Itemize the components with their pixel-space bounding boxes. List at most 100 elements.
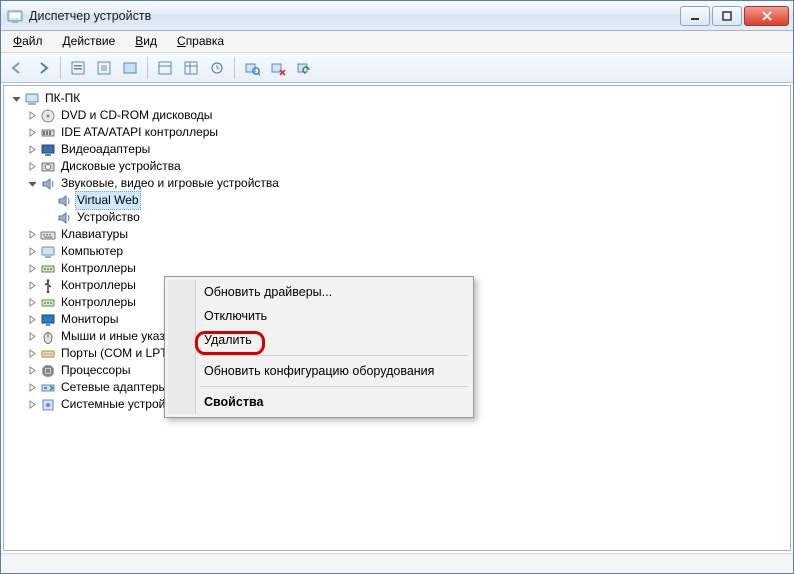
tree-category-label: Порты (COM и LPT) xyxy=(59,345,174,362)
ctx-properties[interactable]: Свойства xyxy=(168,390,470,414)
tb-btn-3[interactable] xyxy=(118,56,142,80)
collapse-icon[interactable] xyxy=(24,176,40,192)
expand-icon[interactable] xyxy=(24,397,40,413)
window-title: Диспетчер устройств xyxy=(29,9,678,23)
expand-icon[interactable] xyxy=(24,329,40,345)
tree-category-label: Видеоадаптеры xyxy=(59,141,152,158)
expand-icon[interactable] xyxy=(24,244,40,260)
menu-action[interactable]: Действие xyxy=(53,31,126,52)
forward-button[interactable] xyxy=(31,56,55,80)
tb-btn-1[interactable] xyxy=(66,56,90,80)
tree-category-label: DVD и CD-ROM дисководы xyxy=(59,107,214,124)
tree-category[interactable]: Звуковые, видео и игровые устройства xyxy=(4,175,790,192)
tree-category-label: Компьютер xyxy=(59,243,125,260)
tree-category-label: IDE ATA/ATAPI контроллеры xyxy=(59,124,220,141)
expand-icon[interactable] xyxy=(24,108,40,124)
sound-icon xyxy=(40,176,56,192)
ctx-scan-hardware[interactable]: Обновить конфигурацию оборудования xyxy=(168,359,470,383)
expand-icon[interactable] xyxy=(24,142,40,158)
usb-icon xyxy=(40,278,56,294)
tree-category-label: Мониторы xyxy=(59,311,120,328)
tree-category[interactable]: Видеоадаптеры xyxy=(4,141,790,158)
tb-btn-4[interactable] xyxy=(153,56,177,80)
expand-icon[interactable] xyxy=(24,159,40,175)
expander-placeholder xyxy=(40,210,56,226)
tree-category[interactable]: Компьютер xyxy=(4,243,790,260)
disc-icon xyxy=(40,108,56,124)
device-tree-panel[interactable]: ПК-ПКDVD и CD-ROM дисководыIDE ATA/ATAPI… xyxy=(3,85,791,551)
maximize-button[interactable] xyxy=(712,6,742,26)
tb-btn-5[interactable] xyxy=(179,56,203,80)
expand-icon[interactable] xyxy=(24,227,40,243)
tree-device[interactable]: Virtual Web xyxy=(4,192,790,209)
tree-category-label: Клавиатуры xyxy=(59,226,130,243)
tree-device[interactable]: Устройство xyxy=(4,209,790,226)
tree-category-label: Звуковые, видео и игровые устройства xyxy=(59,175,281,192)
menubar: Файл Действие Вид Справка xyxy=(1,31,793,53)
expand-icon[interactable] xyxy=(24,125,40,141)
expand-icon[interactable] xyxy=(24,278,40,294)
tree-root-label: ПК-ПК xyxy=(43,90,82,107)
tree-category-label: Дисковые устройства xyxy=(59,158,183,175)
expand-icon[interactable] xyxy=(24,261,40,277)
toolbar-separator xyxy=(60,57,61,79)
network-icon xyxy=(40,380,56,396)
menu-view[interactable]: Вид xyxy=(125,31,167,52)
disk-icon xyxy=(40,159,56,175)
tb-btn-6[interactable] xyxy=(205,56,229,80)
expand-icon[interactable] xyxy=(24,346,40,362)
collapse-icon[interactable] xyxy=(8,91,24,107)
ide-icon xyxy=(40,125,56,141)
ctx-update-drivers[interactable]: Обновить драйверы... xyxy=(168,280,470,304)
expand-icon[interactable] xyxy=(24,380,40,396)
tree-category[interactable]: Клавиатуры xyxy=(4,226,790,243)
expander-placeholder xyxy=(40,193,56,209)
tree-category-label: Контроллеры xyxy=(59,294,138,311)
close-button[interactable] xyxy=(744,6,789,26)
menu-help[interactable]: Справка xyxy=(167,31,234,52)
back-button[interactable] xyxy=(5,56,29,80)
context-menu-separator xyxy=(200,386,468,387)
tb-uninstall-button[interactable] xyxy=(266,56,290,80)
toolbar xyxy=(1,53,793,83)
app-icon xyxy=(7,8,23,24)
sound-icon xyxy=(56,193,72,209)
titlebar[interactable]: Диспетчер устройств xyxy=(1,1,793,31)
expand-icon[interactable] xyxy=(24,295,40,311)
tb-btn-2[interactable] xyxy=(92,56,116,80)
port-icon xyxy=(40,346,56,362)
toolbar-separator xyxy=(147,57,148,79)
tree-category-label: Процессоры xyxy=(59,362,133,379)
tree-category-label: Контроллеры xyxy=(59,260,138,277)
tb-update-button[interactable] xyxy=(292,56,316,80)
expand-icon[interactable] xyxy=(24,363,40,379)
controller-icon xyxy=(40,295,56,311)
statusbar xyxy=(1,553,793,573)
keyboard-icon xyxy=(40,227,56,243)
monitor-icon xyxy=(40,312,56,328)
tree-device-label: Устройство xyxy=(75,209,142,226)
sound-icon xyxy=(56,210,72,226)
context-menu: Обновить драйверы... Отключить Удалить О… xyxy=(164,276,474,418)
tree-category[interactable]: Дисковые устройства xyxy=(4,158,790,175)
ctx-disable[interactable]: Отключить xyxy=(168,304,470,328)
device-manager-window: Диспетчер устройств Файл Действие Вид Сп… xyxy=(0,0,794,574)
system-icon xyxy=(40,397,56,413)
tree-root[interactable]: ПК-ПК xyxy=(4,90,790,107)
toolbar-separator xyxy=(234,57,235,79)
tree-device-label: Virtual Web xyxy=(75,191,141,210)
display-icon xyxy=(40,142,56,158)
tree-category[interactable]: Контроллеры xyxy=(4,260,790,277)
minimize-button[interactable] xyxy=(680,6,710,26)
expand-icon[interactable] xyxy=(24,312,40,328)
computer-icon xyxy=(24,91,40,107)
menu-file[interactable]: Файл xyxy=(3,31,53,52)
ctx-delete[interactable]: Удалить xyxy=(168,328,470,352)
controller-icon xyxy=(40,261,56,277)
window-controls xyxy=(678,6,789,26)
tree-category[interactable]: DVD и CD-ROM дисководы xyxy=(4,107,790,124)
cpu-icon xyxy=(40,363,56,379)
tree-category[interactable]: IDE ATA/ATAPI контроллеры xyxy=(4,124,790,141)
context-menu-separator xyxy=(200,355,468,356)
tb-scan-button[interactable] xyxy=(240,56,264,80)
